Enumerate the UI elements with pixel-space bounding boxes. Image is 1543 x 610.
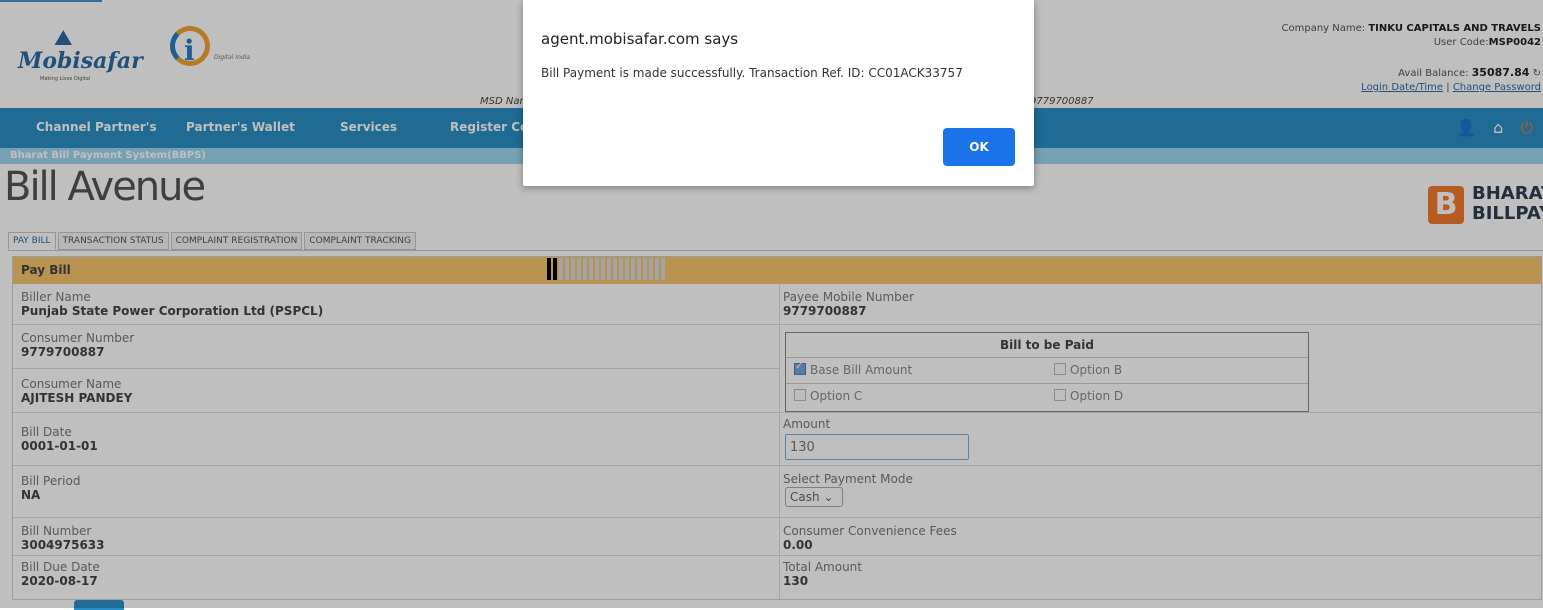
alert-dialog: agent.mobisafar.com says Bill Payment is… — [523, 0, 1034, 186]
dialog-title: agent.mobisafar.com says — [541, 30, 739, 48]
ok-button[interactable]: OK — [943, 128, 1015, 166]
dialog-message: Bill Payment is made successfully. Trans… — [541, 66, 963, 80]
